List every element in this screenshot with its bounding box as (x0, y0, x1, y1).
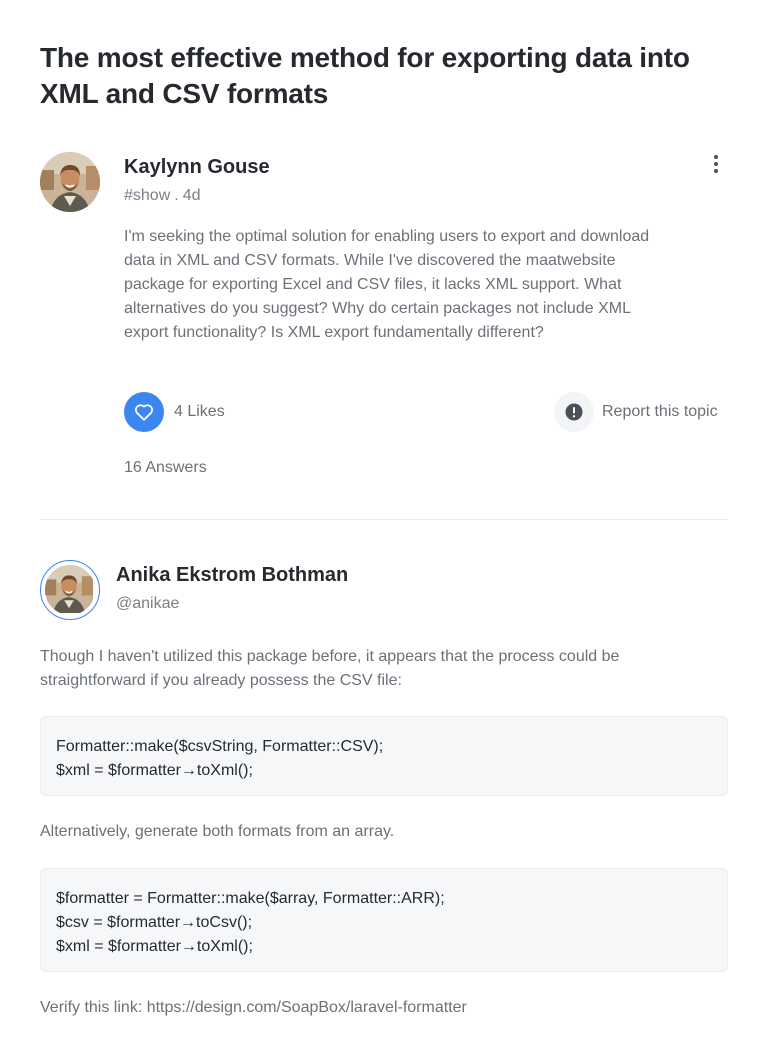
more-options-button[interactable] (704, 152, 728, 176)
more-vertical-icon-dot (714, 162, 718, 166)
section-divider (40, 519, 728, 520)
like-button[interactable] (124, 392, 164, 432)
question-body: I'm seeking the optimal solution for ena… (124, 228, 650, 341)
answers-count: 16 Answers (124, 459, 207, 476)
exclamation-circle-icon (565, 403, 583, 421)
report-topic-link[interactable]: Report this topic (602, 402, 718, 422)
answer-author-avatar[interactable] (40, 560, 100, 620)
question-author-avatar[interactable] (40, 152, 100, 212)
avatar-photo (40, 152, 100, 212)
answer-link-text[interactable]: Verify this link: https://design.com/Soa… (40, 996, 728, 1020)
page-title: The most effective method for exporting … (40, 42, 690, 109)
report-button[interactable] (554, 392, 594, 432)
question-age: 4d (182, 187, 201, 204)
question-author-name[interactable]: Kaylynn Gouse (124, 154, 270, 180)
code-line: $formatter = Formatter::make($array, For… (56, 890, 445, 907)
meta-separator: . (174, 187, 179, 204)
code-line: $csv = $formatter→toCsv(); (56, 914, 253, 931)
answer-author-handle[interactable]: @anikae (116, 594, 179, 614)
heart-icon (135, 404, 153, 421)
likes-count: 4 Likes (174, 403, 225, 420)
question-tag[interactable]: #show (124, 187, 170, 204)
answer-author-name[interactable]: Anika Ekstrom Bothman (116, 562, 348, 588)
code-block: $formatter = Formatter::make($array, For… (40, 868, 728, 972)
avatar-photo (45, 565, 93, 613)
question-meta: #show. 4d (124, 186, 201, 206)
code-line: $xml = $formatter→toXml(); (56, 938, 253, 955)
more-vertical-icon-dot (714, 169, 718, 173)
answer-intro-text: Though I haven't utilized this package b… (40, 648, 620, 689)
code-line: $xml = $formatter→toXml(); (56, 762, 253, 779)
code-line: Formatter::make($csvString, Formatter::C… (56, 738, 384, 755)
answer-middle-text: Alternatively, generate both formats fro… (40, 823, 395, 840)
more-vertical-icon (714, 155, 718, 159)
code-block: Formatter::make($csvString, Formatter::C… (40, 716, 728, 796)
